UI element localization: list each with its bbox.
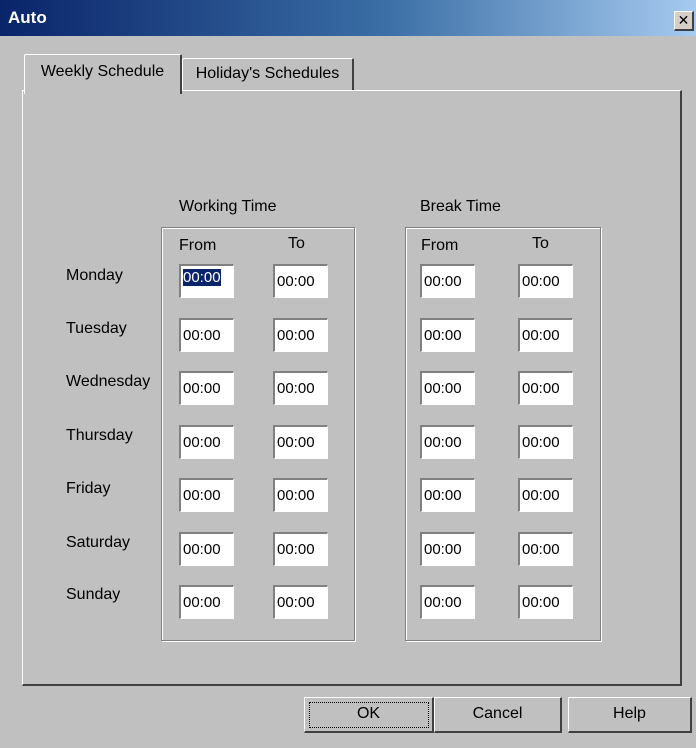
thursday-break-to-input[interactable] — [518, 425, 573, 459]
monday-break-from-input[interactable] — [420, 264, 475, 298]
day-label-saturday: Saturday — [66, 534, 131, 551]
working-time-title: Working Time — [179, 198, 277, 215]
sunday-break-from-input[interactable] — [420, 585, 475, 619]
break-from-header: From — [421, 237, 459, 254]
window-title: Auto — [8, 8, 47, 27]
thursday-work-to-input[interactable] — [273, 425, 328, 459]
wednesday-work-to-input[interactable] — [273, 371, 328, 405]
tuesday-work-to-input[interactable] — [273, 318, 328, 352]
tab-panel-weekly-schedule: Working Time From To Break Time From To … — [22, 90, 682, 686]
wednesday-break-to-input[interactable] — [518, 371, 573, 405]
day-label-tuesday: Tuesday — [66, 320, 127, 337]
wednesday-break-from-input[interactable] — [420, 371, 475, 405]
break-to-header: To — [532, 235, 549, 252]
friday-break-to-input[interactable] — [518, 478, 573, 512]
day-label-wednesday: Wednesday — [66, 373, 151, 390]
thursday-work-from-input[interactable] — [179, 425, 234, 459]
tab-weekly-schedule[interactable]: Weekly Schedule — [24, 54, 182, 94]
monday-break-to-input[interactable] — [518, 264, 573, 298]
friday-break-from-input[interactable] — [420, 478, 475, 512]
monday-work-from-value: 00:00 — [183, 269, 221, 286]
saturday-work-from-input[interactable] — [179, 532, 234, 566]
close-icon: ✕ — [677, 12, 690, 28]
tab-weekly-schedule-label: Weekly Schedule — [40, 63, 165, 80]
sunday-work-to-input[interactable] — [273, 585, 328, 619]
day-label-monday: Monday — [66, 267, 123, 284]
friday-work-from-input[interactable] — [179, 478, 234, 512]
tuesday-break-from-input[interactable] — [420, 318, 475, 352]
close-button[interactable]: ✕ — [674, 11, 694, 31]
thursday-break-from-input[interactable] — [420, 425, 475, 459]
day-label-sunday: Sunday — [66, 586, 121, 603]
sunday-break-to-input[interactable] — [518, 585, 573, 619]
tuesday-break-to-input[interactable] — [518, 318, 573, 352]
monday-work-from-input[interactable]: 00:00 — [179, 264, 234, 298]
saturday-break-from-input[interactable] — [420, 532, 475, 566]
saturday-break-to-input[interactable] — [518, 532, 573, 566]
working-from-header: From — [179, 237, 217, 254]
monday-work-to-input[interactable] — [273, 264, 328, 298]
tab-holidays-schedules-label: Holiday's Schedules — [195, 65, 340, 82]
tuesday-work-from-input[interactable] — [179, 318, 234, 352]
cancel-button[interactable]: Cancel — [434, 697, 562, 733]
break-time-title: Break Time — [420, 198, 501, 215]
day-label-friday: Friday — [66, 480, 111, 497]
ok-button[interactable]: OK — [304, 697, 434, 733]
wednesday-work-from-input[interactable] — [179, 371, 234, 405]
help-button[interactable]: Help — [568, 697, 692, 733]
sunday-work-from-input[interactable] — [179, 585, 234, 619]
friday-work-to-input[interactable] — [273, 478, 328, 512]
saturday-work-to-input[interactable] — [273, 532, 328, 566]
title-bar: Auto ✕ — [0, 0, 696, 36]
working-to-header: To — [288, 235, 305, 252]
day-label-thursday: Thursday — [66, 427, 133, 444]
tab-holidays-schedules[interactable]: Holiday's Schedules — [182, 58, 354, 90]
